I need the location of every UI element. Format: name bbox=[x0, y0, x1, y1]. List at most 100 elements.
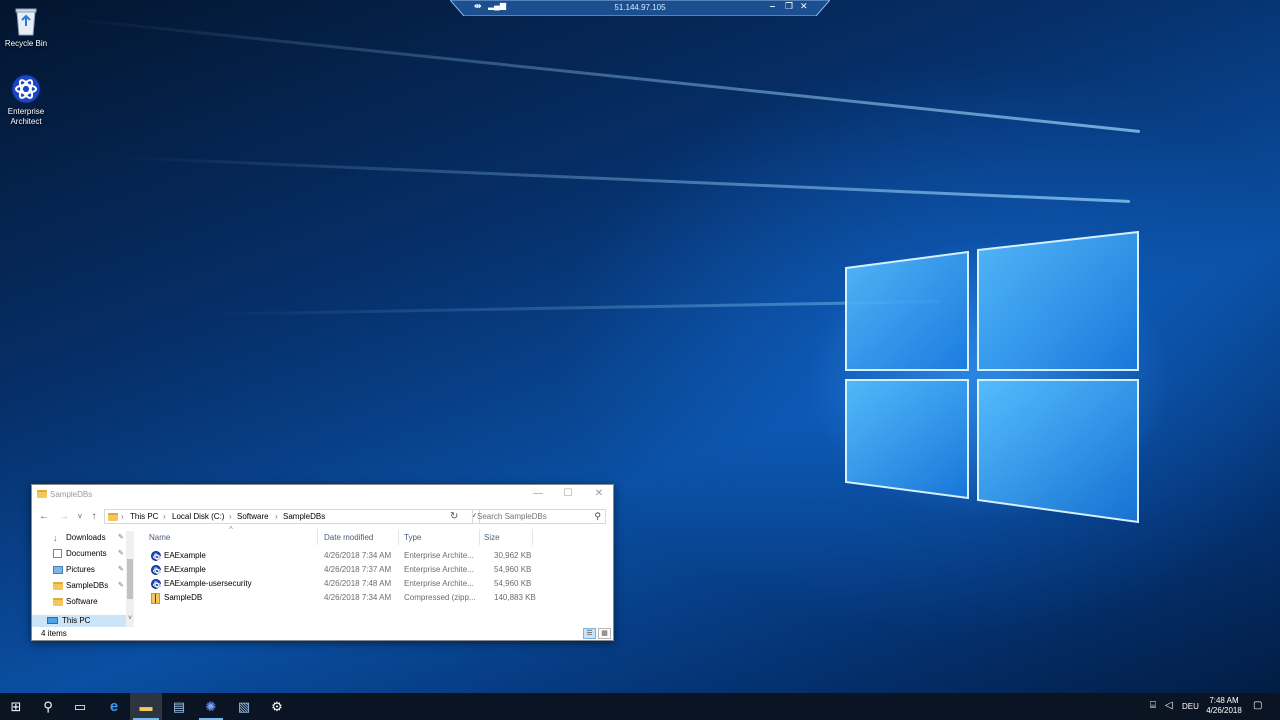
maximize-button[interactable]: ☐ bbox=[561, 488, 575, 500]
nav-item-label: This PC bbox=[62, 616, 91, 625]
clock-time: 7:48 AM bbox=[1209, 696, 1239, 705]
breadcrumb-separator[interactable]: › bbox=[163, 512, 166, 521]
status-item-count: 4 items bbox=[41, 629, 67, 638]
breadcrumb-sampledbs[interactable]: SampleDBs bbox=[283, 512, 325, 521]
file-size: 54,960 KB bbox=[494, 579, 532, 588]
light-beam bbox=[120, 155, 1131, 203]
nav-item-documents[interactable]: Documents ✎ bbox=[52, 547, 132, 561]
search-box[interactable]: ⚲ bbox=[472, 509, 606, 524]
title-bar[interactable]: SampleDBs — ☐ ✕ bbox=[32, 485, 613, 505]
edge-button[interactable]: e bbox=[98, 693, 130, 720]
pin-icon: ✎ bbox=[118, 550, 124, 557]
nav-item-pictures[interactable]: Pictures ✎ bbox=[52, 563, 132, 577]
remote-app-button[interactable]: ▧ bbox=[228, 693, 260, 720]
enterprise-architect-file-icon bbox=[151, 565, 161, 575]
server-manager-button[interactable]: ▤ bbox=[163, 693, 195, 720]
column-header-size[interactable]: Size bbox=[484, 533, 500, 542]
start-button[interactable]: ⊞ bbox=[0, 693, 32, 720]
settings-button[interactable]: ⚙ bbox=[261, 693, 293, 720]
desktop-icon-label: Recycle Bin bbox=[4, 39, 48, 48]
file-name: EAExample-usersecurity bbox=[164, 579, 252, 588]
search-button[interactable]: ⚲ bbox=[32, 693, 64, 720]
clock-date: 4/26/2018 bbox=[1206, 706, 1242, 715]
enterprise-architect-icon bbox=[11, 74, 41, 104]
minimize-button[interactable]: — bbox=[531, 488, 545, 500]
file-row[interactable]: EAExample-usersecurity 4/26/2018 7:48 AM… bbox=[148, 577, 558, 591]
nav-item-label: SampleDBs bbox=[66, 581, 109, 590]
pin-icon: ✎ bbox=[118, 534, 124, 541]
file-row[interactable]: EAExample 4/26/2018 7:37 AM Enterprise A… bbox=[148, 563, 558, 577]
column-header-name[interactable]: Name bbox=[149, 533, 170, 542]
network-icon[interactable]: ⌸ bbox=[1150, 700, 1156, 711]
close-button[interactable]: ✕ bbox=[592, 488, 606, 500]
refresh-icon[interactable]: ↻ bbox=[450, 511, 458, 522]
nav-item-label: Software bbox=[66, 597, 98, 606]
system-clock[interactable]: 7:48 AM 4/26/2018 bbox=[1198, 696, 1250, 716]
desktop-icon-recycle-bin[interactable]: Recycle Bin bbox=[0, 6, 52, 49]
nav-item-sampledbs[interactable]: SampleDBs ✎ bbox=[52, 579, 132, 593]
file-row[interactable]: EAExample 4/26/2018 7:34 AM Enterprise A… bbox=[148, 549, 558, 563]
folder-icon bbox=[53, 598, 63, 606]
file-size: 30,962 KB bbox=[494, 551, 532, 560]
column-divider[interactable] bbox=[317, 529, 318, 545]
this-pc-icon bbox=[47, 617, 58, 624]
file-row[interactable]: SampleDB 4/26/2018 7:34 AM Compressed (z… bbox=[148, 591, 558, 605]
navigation-pane: ↓ Downloads ✎ Documents ✎ Pictures ✎ Sam… bbox=[32, 529, 136, 627]
connection-bars-icon[interactable]: ▂▄▆ bbox=[488, 1, 506, 10]
enterprise-architect-button[interactable]: ✺ bbox=[195, 693, 227, 720]
column-divider[interactable] bbox=[398, 529, 399, 545]
breadcrumb-local-disk[interactable]: Local Disk (C:) bbox=[172, 512, 224, 521]
action-center-icon[interactable]: ▢ bbox=[1253, 700, 1262, 711]
details-view-icon[interactable]: ☰ bbox=[583, 628, 596, 639]
scroll-down-arrow[interactable]: ˅ bbox=[126, 615, 134, 622]
sort-indicator: ^ bbox=[229, 525, 233, 534]
file-name: EAExample bbox=[164, 551, 206, 560]
window-title: SampleDBs bbox=[50, 490, 93, 499]
desktop-icon-label: Enterprise Architect bbox=[7, 107, 45, 126]
file-explorer-window[interactable]: SampleDBs — ☐ ✕ ← → ˅ ↑ › This PC › Loca… bbox=[31, 484, 614, 641]
folder-icon bbox=[108, 513, 118, 521]
folder-icon bbox=[53, 582, 63, 590]
volume-icon[interactable]: ◁ bbox=[1165, 700, 1173, 711]
column-header-date-modified[interactable]: Date modified bbox=[324, 533, 373, 542]
column-divider[interactable] bbox=[479, 529, 480, 545]
taskbar: ⊞ ⚲ ▭ e ▬ ▤ ✺ ▧ ⚙ ⌸ ◁ DEU 7:48 AM 4/26/2… bbox=[0, 693, 1280, 720]
breadcrumb-separator[interactable]: › bbox=[229, 512, 232, 521]
rdp-minimize-button[interactable]: – bbox=[770, 1, 775, 11]
recent-locations-button[interactable]: ˅ bbox=[74, 510, 86, 524]
breadcrumb-this-pc[interactable]: This PC bbox=[130, 512, 158, 521]
large-icons-view-icon[interactable]: ▦ bbox=[598, 628, 611, 639]
up-button[interactable]: ↑ bbox=[88, 510, 100, 524]
documents-icon bbox=[53, 549, 62, 558]
nav-item-label: Documents bbox=[66, 549, 107, 558]
search-input[interactable] bbox=[477, 511, 587, 522]
breadcrumb-separator[interactable]: › bbox=[275, 512, 278, 521]
enterprise-architect-file-icon bbox=[151, 579, 161, 589]
input-language[interactable]: DEU bbox=[1182, 702, 1199, 711]
breadcrumb-software[interactable]: Software bbox=[237, 512, 269, 521]
forward-button[interactable]: → bbox=[58, 510, 70, 524]
pin-icon[interactable]: ⇹ bbox=[474, 1, 482, 12]
file-date: 4/26/2018 7:37 AM bbox=[324, 565, 392, 574]
column-divider[interactable] bbox=[532, 529, 533, 545]
nav-pane-scrollbar[interactable]: ˅ bbox=[126, 531, 134, 627]
nav-item-downloads[interactable]: ↓ Downloads ✎ bbox=[52, 531, 132, 545]
rdp-restore-button[interactable]: ❐ bbox=[785, 1, 793, 12]
nav-item-this-pc[interactable]: This PC bbox=[46, 615, 126, 627]
light-beam bbox=[65, 17, 1141, 133]
file-explorer-button[interactable]: ▬ bbox=[130, 693, 162, 720]
light-beam bbox=[200, 300, 941, 316]
column-header-type[interactable]: Type bbox=[404, 533, 421, 542]
address-bar[interactable]: › This PC › Local Disk (C:) › Software ›… bbox=[104, 509, 480, 524]
pin-icon: ✎ bbox=[118, 566, 124, 573]
nav-item-label: Pictures bbox=[66, 565, 95, 574]
file-type: Compressed (zipp... bbox=[404, 593, 476, 602]
file-size: 140,883 KB bbox=[494, 593, 536, 602]
scrollbar-thumb[interactable] bbox=[127, 559, 133, 599]
task-view-button[interactable]: ▭ bbox=[64, 693, 96, 720]
back-button[interactable]: ← bbox=[38, 510, 50, 524]
rdp-close-button[interactable]: ✕ bbox=[800, 1, 808, 12]
remote-desktop-connection-bar[interactable]: ⇹ ▂▄▆ 51.144.97.105 – ❐ ✕ bbox=[450, 0, 830, 16]
nav-item-software[interactable]: Software bbox=[52, 595, 132, 609]
desktop-icon-enterprise-architect[interactable]: Enterprise Architect bbox=[0, 74, 52, 127]
